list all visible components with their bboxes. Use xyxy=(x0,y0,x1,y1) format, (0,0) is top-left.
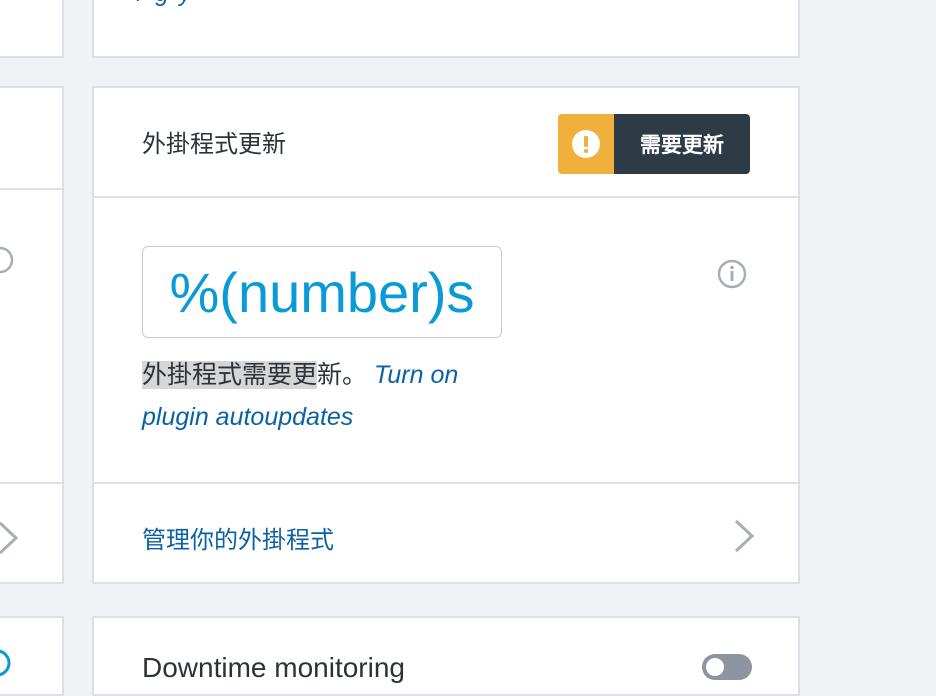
chevron-right-icon[interactable] xyxy=(0,520,20,561)
toggle-icon[interactable] xyxy=(0,648,12,683)
description-text: 新。 xyxy=(317,361,368,389)
toggle-knob xyxy=(706,658,724,676)
status-badge: 需要更新 xyxy=(558,114,750,174)
info-icon[interactable] xyxy=(716,258,748,295)
divider xyxy=(94,196,798,198)
info-icon[interactable] xyxy=(0,246,14,279)
update-description: 外掛程式需要更新。 Turn on plugin autoupdates xyxy=(142,354,522,438)
plugin-updates-card: 外掛程式更新 需要更新 %(number)s 外掛程式需要更新。 Turn on… xyxy=(92,86,800,584)
card-title: 外掛程式更新 xyxy=(142,131,286,158)
downtime-toggle[interactable] xyxy=(702,654,752,680)
description-text-highlighted: 外掛程式需要更 xyxy=(142,361,318,389)
divider xyxy=(94,482,798,484)
truncated-link: / g y xyxy=(138,0,193,8)
downtime-label: Downtime monitoring xyxy=(142,652,405,683)
update-count: %(number)s xyxy=(142,246,502,338)
badge-label: 需要更新 xyxy=(614,114,750,174)
right-top-card: / g y xyxy=(92,0,800,58)
left-bottom-card xyxy=(0,616,64,696)
manage-plugins-link[interactable]: 管理你的外掛程式 xyxy=(142,520,334,555)
chevron-right-icon[interactable] xyxy=(732,518,756,559)
divider xyxy=(0,188,62,190)
left-top-card xyxy=(0,0,64,58)
divider xyxy=(0,482,62,484)
alert-icon xyxy=(558,114,614,174)
card-header: 外掛程式更新 需要更新 xyxy=(94,88,798,196)
downtime-card: Downtime monitoring xyxy=(92,616,800,696)
left-middle-card xyxy=(0,86,64,584)
